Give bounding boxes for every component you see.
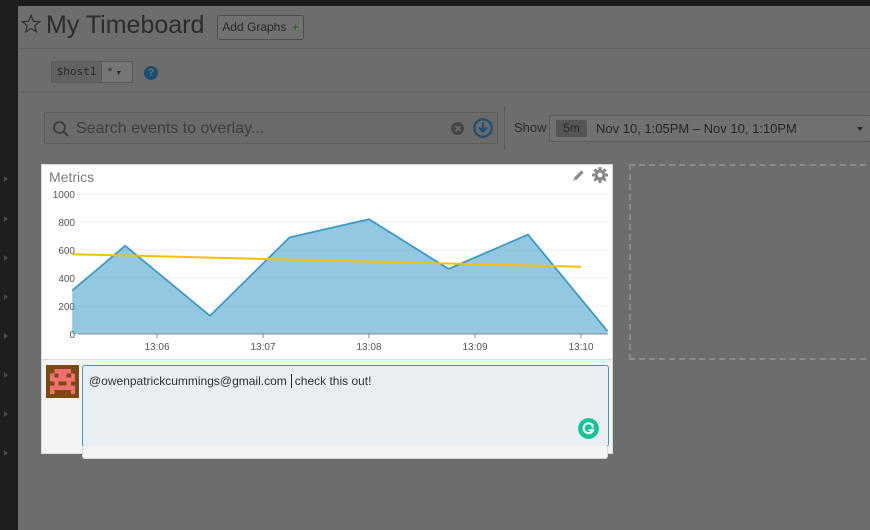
- chevron-down-icon: ▼: [115, 70, 123, 77]
- y-tick-label: 400: [58, 274, 75, 285]
- comment-input[interactable]: @owenpatrickcummings@gmail.com check this…: [82, 365, 609, 447]
- plus-icon: +: [291, 20, 299, 34]
- metrics-widget: Metrics 0 200 400 600 800 1000 13:06 13:07 13:08…: [41, 164, 613, 360]
- clear-icon[interactable]: [451, 122, 464, 135]
- comment-body: check this out!: [294, 374, 372, 388]
- x-tick-label: 13:09: [462, 342, 487, 353]
- chevron-right-icon[interactable]: [4, 372, 8, 378]
- download-icon[interactable]: [473, 118, 493, 138]
- y-tick-label: 600: [58, 246, 75, 257]
- comment-area: @owenpatrickcummings@gmail.com check this…: [41, 360, 613, 454]
- left-rail: [0, 0, 18, 530]
- template-variable-value: *: [108, 66, 113, 78]
- time-span-badge: 5m: [556, 120, 587, 137]
- time-range-picker[interactable]: 5m Nov 10, 1:05PM – Nov 10, 1:10PM: [549, 115, 870, 142]
- y-tick-label: 1000: [53, 190, 76, 201]
- chevron-right-icon[interactable]: [4, 450, 8, 456]
- comment-mention: @owenpatrickcummings@gmail.com: [89, 374, 287, 388]
- x-tick-label: 13:10: [568, 342, 593, 353]
- chevron-right-icon[interactable]: [4, 255, 8, 261]
- text-cursor: [290, 374, 292, 388]
- grammarly-icon[interactable]: [578, 418, 599, 439]
- page-title: My Timeboard: [46, 11, 205, 39]
- star-icon[interactable]: [21, 14, 41, 34]
- time-controls: Show 5m Nov 10, 1:05PM – Nov 10, 1:10PM: [504, 106, 870, 150]
- comment-text: @owenpatrickcummings@gmail.com check this…: [89, 374, 371, 388]
- time-range-text: Nov 10, 1:05PM – Nov 10, 1:10PM: [596, 121, 797, 136]
- divider: [18, 92, 870, 93]
- add-graphs-label: Add Graphs: [222, 20, 287, 34]
- search-icon: [53, 121, 69, 137]
- event-search-box[interactable]: Search events to overlay...: [44, 112, 498, 144]
- help-icon[interactable]: ?: [144, 66, 158, 80]
- chevron-down-icon: [857, 127, 863, 131]
- x-tick-label: 13:08: [356, 342, 381, 353]
- x-tick-label: 13:06: [144, 342, 169, 353]
- template-variable-name: $host1: [51, 61, 102, 83]
- metrics-chart: 0200400600800100013:06 13:07 13:08 13:09 13:…: [53, 190, 609, 353]
- event-toolbar: Search events to overlay... Show 5m Nov …: [38, 106, 870, 150]
- template-variables-row: $host1 * ▼ ?: [18, 50, 870, 94]
- y-tick-label: 800: [58, 218, 75, 229]
- add-graphs-button[interactable]: Add Graphs +: [217, 15, 304, 40]
- event-search-input[interactable]: Search events to overlay...: [76, 118, 446, 140]
- empty-widget-slot: [629, 164, 870, 360]
- show-label: Show: [514, 120, 547, 135]
- chevron-right-icon[interactable]: [4, 216, 8, 222]
- comment-tab: [82, 446, 608, 459]
- chevron-right-icon[interactable]: [4, 411, 8, 417]
- board-header: My Timeboard Add Graphs +: [18, 6, 870, 50]
- chevron-right-icon[interactable]: [4, 294, 8, 300]
- avatar: [46, 365, 79, 398]
- template-variable-select[interactable]: * ▼: [102, 61, 133, 83]
- chevron-right-icon[interactable]: [4, 176, 8, 182]
- divider: [18, 48, 870, 49]
- series-area: [72, 219, 608, 334]
- chevron-right-icon[interactable]: [4, 333, 8, 339]
- x-tick-label: 13:07: [250, 342, 275, 353]
